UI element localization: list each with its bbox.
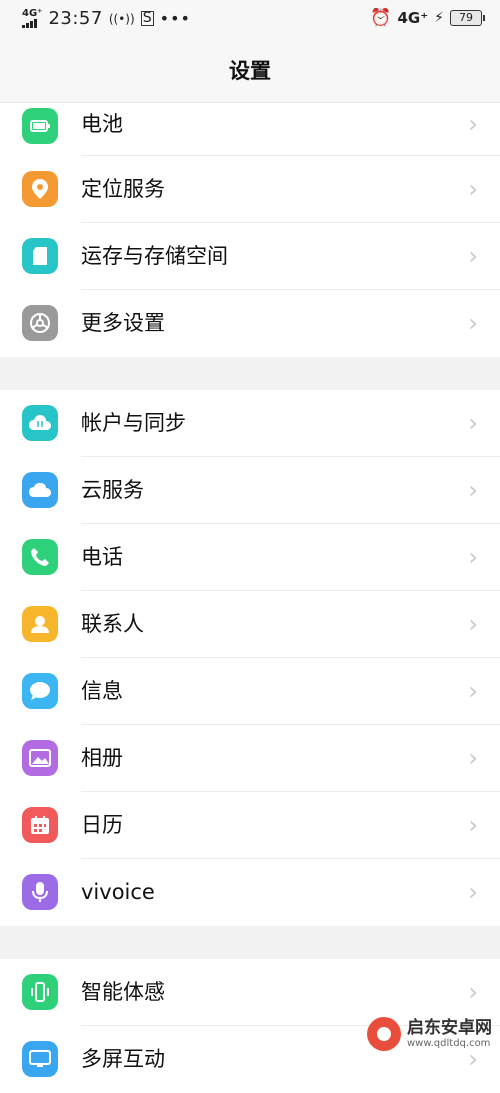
motion-icon — [22, 974, 58, 1010]
chevron-right-icon: › — [468, 175, 478, 203]
battery-indicator: 79 — [450, 10, 485, 26]
phone-icon — [22, 539, 58, 575]
section-divider — [0, 926, 500, 959]
signal-icon: 4G⁺ — [22, 9, 42, 28]
settings-item-battery[interactable]: 电池 › — [0, 103, 500, 156]
settings-item-label: 智能体感 — [81, 980, 165, 1004]
cloud-icon — [22, 472, 58, 508]
mobile-data-label: 4G⁺ — [397, 9, 429, 27]
settings-item-storage[interactable]: 运存与存储空间 › — [0, 223, 500, 290]
storage-icon — [22, 238, 58, 274]
chevron-right-icon: › — [468, 610, 478, 638]
settings-item-label: 运存与存储空间 — [81, 244, 228, 268]
chevron-right-icon: › — [468, 242, 478, 270]
title-bar: 设置 — [0, 38, 500, 103]
gear-icon — [22, 305, 58, 341]
settings-item-label: 云服务 — [81, 478, 144, 502]
settings-item-contacts[interactable]: 联系人 › — [0, 591, 500, 658]
battery-icon — [22, 108, 58, 144]
album-icon — [22, 740, 58, 776]
settings-item-cloud-service[interactable]: 云服务 › — [0, 457, 500, 524]
settings-item-label: 相册 — [81, 746, 123, 770]
chevron-right-icon: › — [468, 543, 478, 571]
page-title: 设置 — [229, 59, 271, 83]
settings-item-label: 日历 — [81, 813, 123, 837]
settings-item-label: 信息 — [81, 679, 123, 703]
alarm-icon: ⏰ — [370, 8, 392, 28]
chevron-right-icon: › — [468, 677, 478, 705]
contact-icon — [22, 606, 58, 642]
settings-item-location[interactable]: 定位服务 › — [0, 156, 500, 223]
chevron-right-icon: › — [468, 811, 478, 839]
watermark-logo-icon — [367, 1017, 401, 1051]
message-icon — [22, 673, 58, 709]
status-bar: 4G⁺ 23:57 ((•)) S ••• ⏰ 4G⁺ ⚡ 79 — [0, 0, 500, 38]
settings-item-account-sync[interactable]: 帐户与同步 › — [0, 390, 500, 457]
settings-item-phone[interactable]: 电话 › — [0, 524, 500, 591]
settings-list: 电池 › 定位服务 › 运存与存储空间 › 更多设置 › 帐户与同步 › 云服务… — [0, 103, 500, 1093]
settings-item-label: 帐户与同步 — [81, 411, 186, 435]
cloud-sync-icon — [22, 405, 58, 441]
settings-item-label: 定位服务 — [81, 177, 165, 201]
settings-item-label: 电池 — [81, 112, 123, 136]
more-icon: ••• — [159, 9, 191, 28]
chevron-right-icon: › — [468, 744, 478, 772]
settings-item-smart-motion[interactable]: 智能体感 › — [0, 959, 500, 1026]
settings-item-more-settings[interactable]: 更多设置 › — [0, 290, 500, 357]
chevron-right-icon: › — [468, 309, 478, 337]
clock: 23:57 — [48, 8, 103, 29]
watermark: 启东安卓网 www.qdltdq.com — [367, 1017, 492, 1051]
location-icon — [22, 171, 58, 207]
settings-item-label: 多屏互动 — [81, 1047, 165, 1071]
calendar-icon — [22, 807, 58, 843]
multiscreen-icon — [22, 1041, 58, 1077]
section-divider — [0, 357, 500, 390]
settings-item-label: 联系人 — [81, 612, 144, 636]
settings-item-messages[interactable]: 信息 › — [0, 658, 500, 725]
nfc-icon: S — [140, 11, 154, 26]
chevron-right-icon: › — [468, 476, 478, 504]
chevron-right-icon: › — [468, 978, 478, 1006]
settings-item-vivoice[interactable]: vivoice › — [0, 859, 500, 926]
settings-item-album[interactable]: 相册 › — [0, 725, 500, 792]
settings-item-label: vivoice — [81, 880, 155, 904]
microphone-icon — [22, 874, 58, 910]
watermark-name: 启东安卓网 — [407, 1018, 492, 1039]
chevron-right-icon: › — [468, 110, 478, 138]
settings-item-calendar[interactable]: 日历 › — [0, 792, 500, 859]
watermark-url: www.qdltdq.com — [407, 1037, 491, 1049]
charging-icon: ⚡ — [434, 10, 444, 26]
settings-item-label: 更多设置 — [81, 311, 165, 335]
hotspot-icon: ((•)) — [108, 11, 135, 26]
settings-item-label: 电话 — [81, 545, 123, 569]
chevron-right-icon: › — [468, 409, 478, 437]
chevron-right-icon: › — [468, 878, 478, 906]
